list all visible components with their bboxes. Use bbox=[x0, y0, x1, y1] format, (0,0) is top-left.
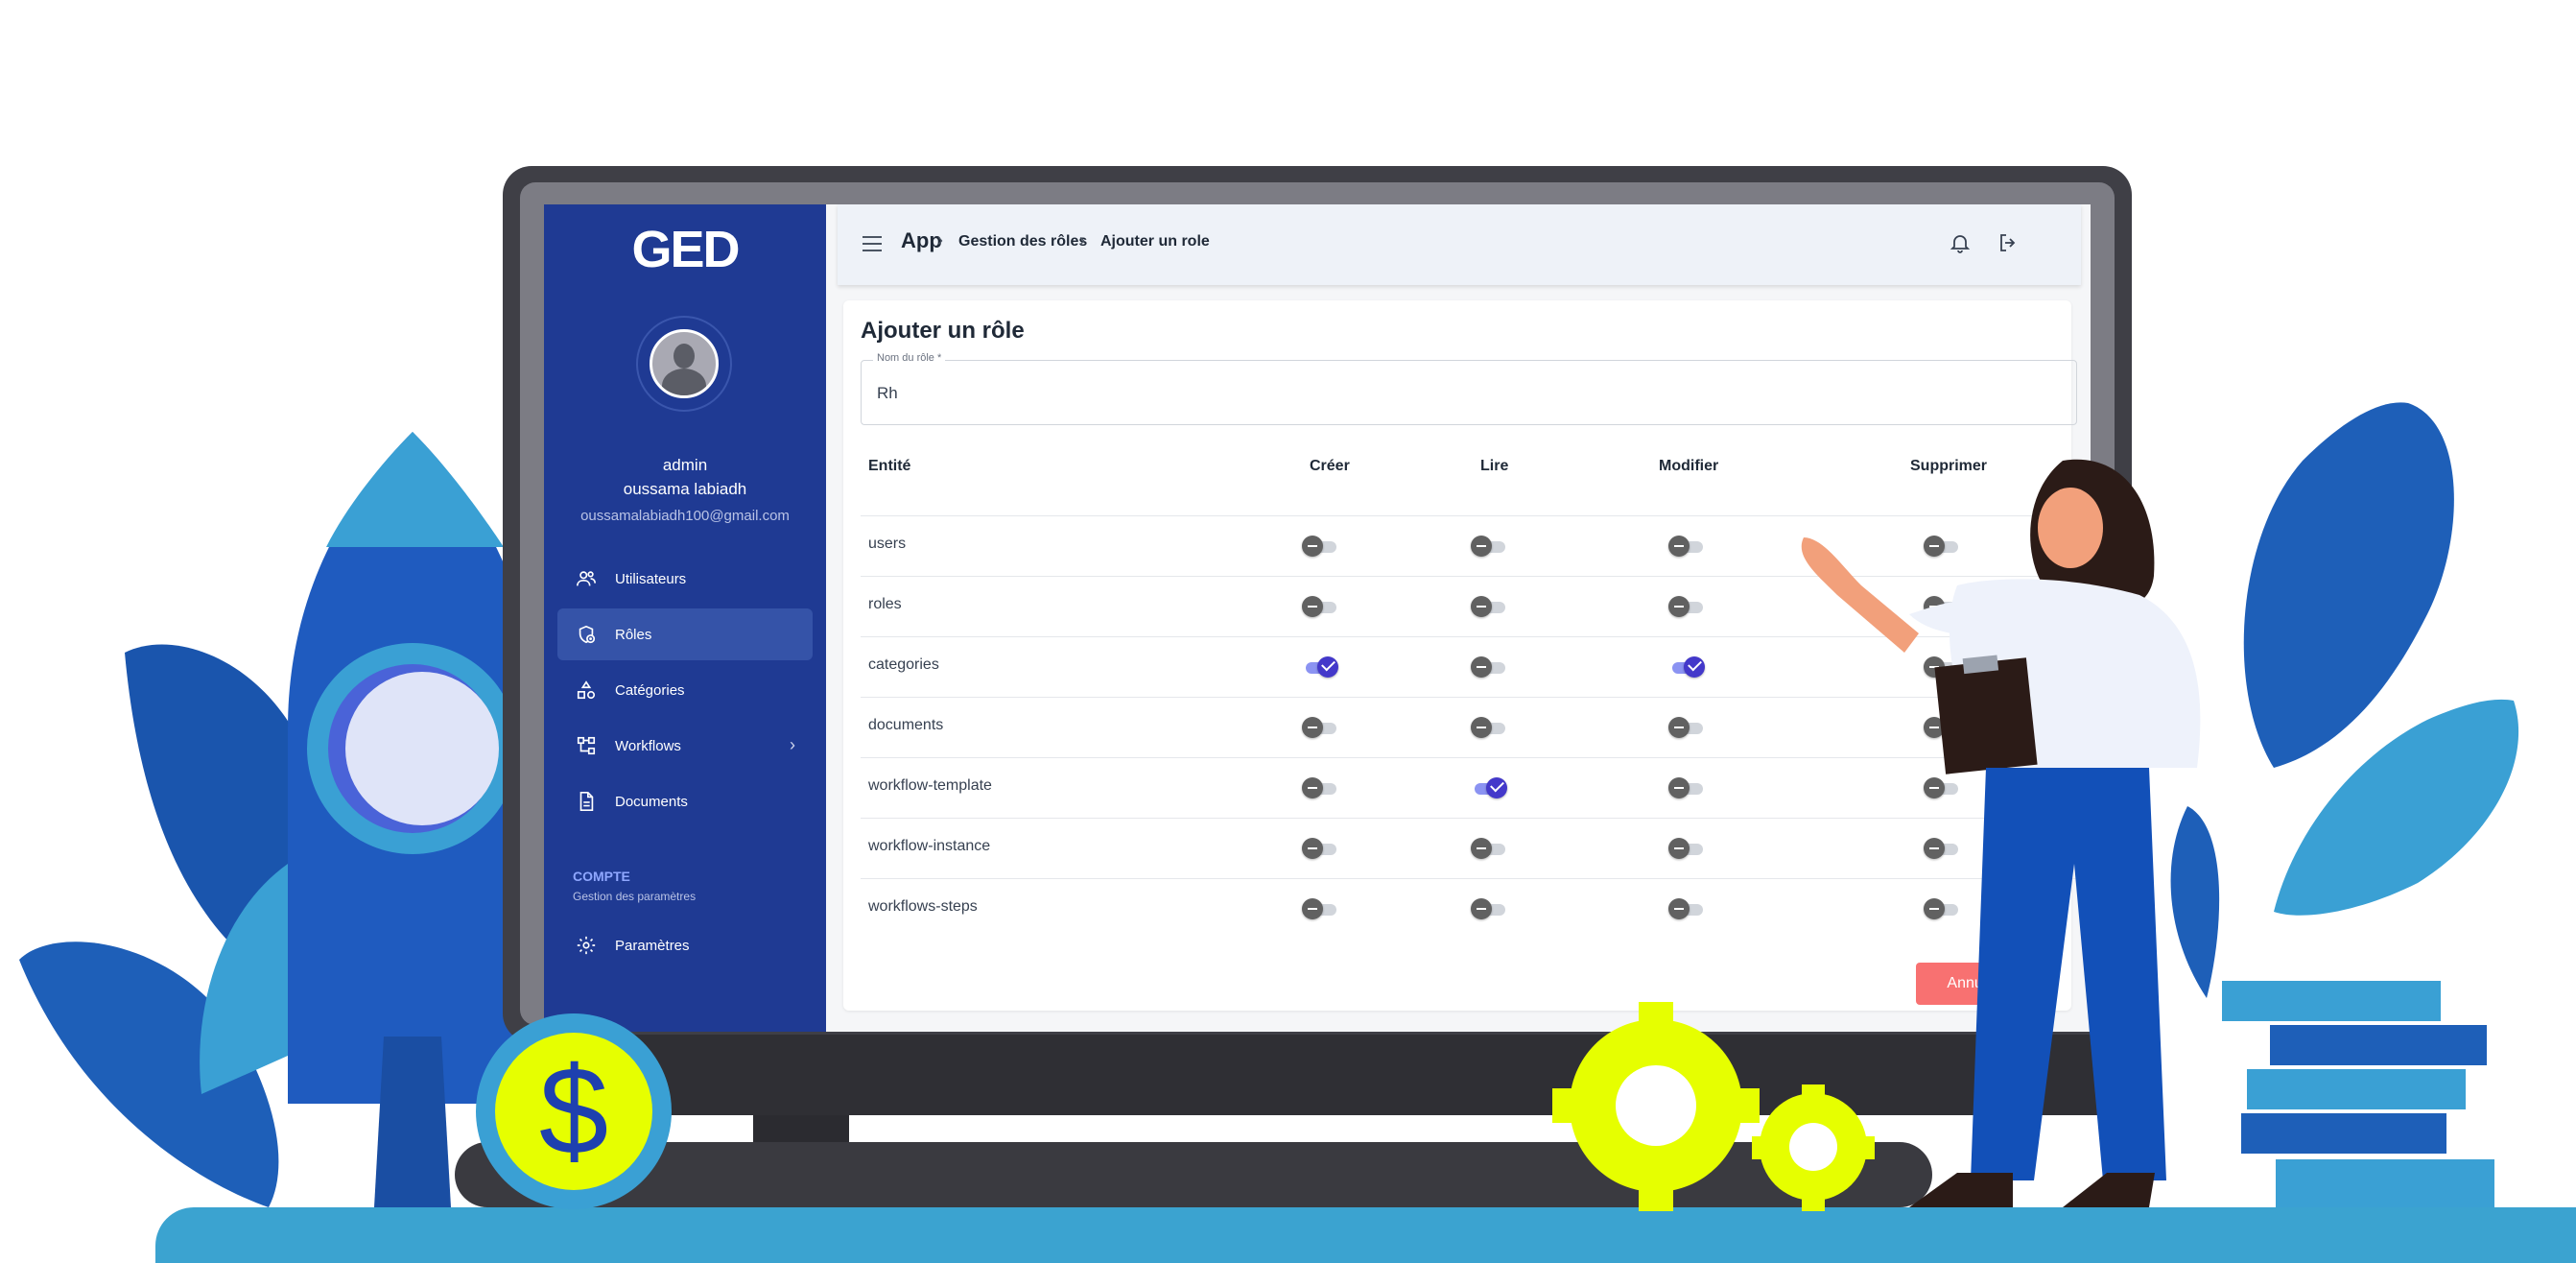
illustration-scene: GED admin oussama labiadh oussamalabiadh… bbox=[0, 0, 2576, 1263]
foreground-illustration bbox=[476, 459, 2201, 1211]
dollar-icon: $ bbox=[538, 1040, 609, 1180]
